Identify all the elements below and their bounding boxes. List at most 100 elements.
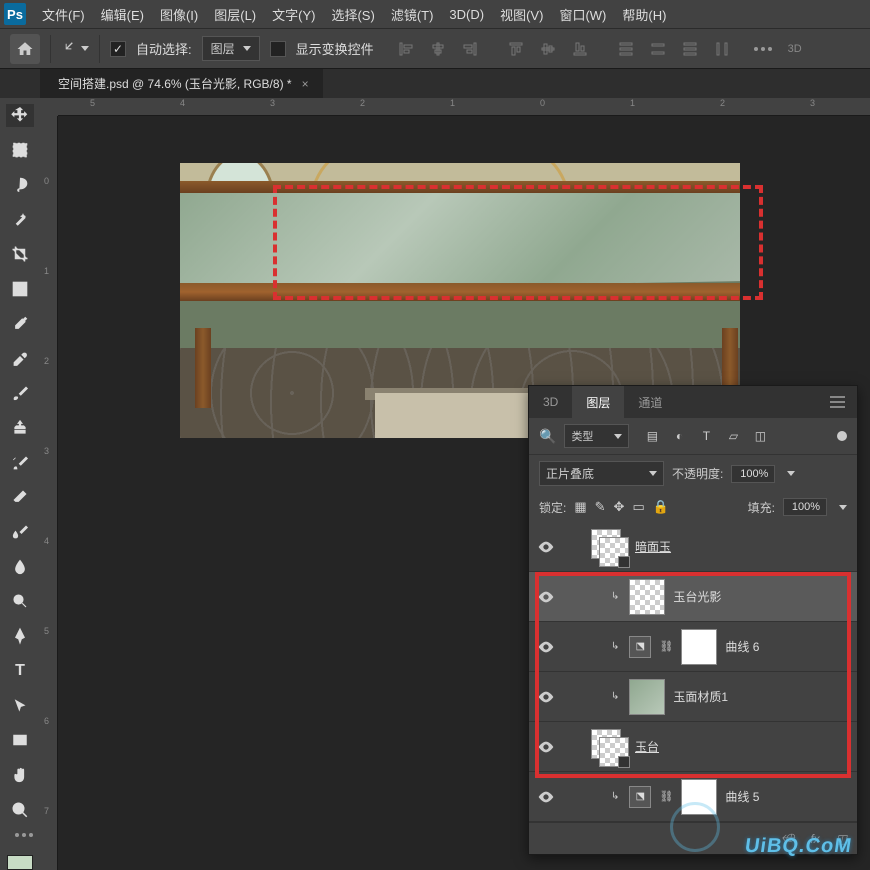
distribute-h-button[interactable] bbox=[708, 35, 736, 63]
visibility-toggle[interactable] bbox=[537, 738, 555, 756]
menu-window[interactable]: 窗口(W) bbox=[551, 5, 614, 24]
show-transform-checkbox[interactable] bbox=[270, 41, 286, 57]
lock-artboard-icon[interactable]: ▭ bbox=[632, 499, 644, 515]
marquee-tool[interactable] bbox=[6, 139, 34, 162]
lock-all-icon[interactable]: 🔒 bbox=[653, 499, 669, 515]
visibility-toggle[interactable] bbox=[537, 588, 555, 606]
document-tab[interactable]: 空间搭建.psd @ 74.6% (玉台光影, RGB/8) * × bbox=[40, 69, 323, 98]
lock-paint-icon[interactable]: ✎ bbox=[595, 499, 606, 515]
auto-select-dropdown[interactable]: 图层 bbox=[202, 36, 260, 61]
visibility-toggle[interactable] bbox=[537, 688, 555, 706]
lock-transparent-icon[interactable]: ▦ bbox=[574, 499, 586, 515]
tab-channels[interactable]: 通道 bbox=[624, 386, 676, 418]
panel-menu-button[interactable] bbox=[830, 396, 845, 408]
menu-file[interactable]: 文件(F) bbox=[34, 5, 93, 24]
tab-3d[interactable]: 3D bbox=[529, 386, 572, 418]
distribute-bottom-button[interactable] bbox=[676, 35, 704, 63]
close-tab-button[interactable]: × bbox=[302, 77, 309, 91]
move-tool[interactable] bbox=[6, 104, 34, 127]
menu-type[interactable]: 文字(Y) bbox=[264, 5, 323, 24]
eraser-tool[interactable] bbox=[6, 486, 34, 509]
rectangle-tool[interactable] bbox=[6, 729, 34, 752]
chevron-down-icon[interactable] bbox=[787, 471, 795, 476]
more-options-button[interactable] bbox=[754, 47, 772, 51]
align-center-h-button[interactable] bbox=[424, 35, 452, 63]
align-bottom-button[interactable] bbox=[566, 35, 594, 63]
menubar: Ps 文件(F) 编辑(E) 图像(I) 图层(L) 文字(Y) 选择(S) 滤… bbox=[0, 0, 870, 28]
hand-tool[interactable] bbox=[6, 764, 34, 787]
filter-smart-icon[interactable]: ◫ bbox=[751, 427, 769, 445]
pen-tool[interactable] bbox=[6, 625, 34, 648]
opacity-input[interactable]: 100% bbox=[731, 465, 775, 483]
clone-stamp-tool[interactable] bbox=[6, 416, 34, 439]
layer-name[interactable]: 玉台光影 bbox=[673, 588, 721, 605]
layer-name[interactable]: 玉面材质1 bbox=[673, 688, 728, 705]
filter-shape-icon[interactable]: ▱ bbox=[724, 427, 742, 445]
auto-select-checkbox[interactable] bbox=[110, 41, 126, 57]
crop-tool[interactable] bbox=[6, 243, 34, 266]
distribute-v-button[interactable] bbox=[644, 35, 672, 63]
brush-tool[interactable] bbox=[6, 382, 34, 405]
toolbox: T bbox=[0, 98, 40, 870]
layer-thumbnail bbox=[591, 729, 627, 765]
filter-pixel-icon[interactable]: ▤ bbox=[643, 427, 661, 445]
eyedropper-tool[interactable] bbox=[6, 312, 34, 335]
visibility-toggle[interactable] bbox=[537, 538, 555, 556]
menu-image[interactable]: 图像(I) bbox=[152, 5, 206, 24]
filter-toggle[interactable] bbox=[837, 431, 847, 441]
layer-row[interactable]: ↳ 玉台光影 bbox=[529, 572, 857, 622]
layer-name[interactable]: 玉台 bbox=[635, 738, 659, 755]
show-transform-label: 显示变换控件 bbox=[296, 39, 374, 58]
menu-help[interactable]: 帮助(H) bbox=[614, 5, 674, 24]
blend-mode-dropdown[interactable]: 正片叠底 bbox=[539, 461, 664, 486]
layer-row[interactable]: 玉台 bbox=[529, 722, 857, 772]
layer-name[interactable]: 曲线 6 bbox=[725, 638, 759, 655]
frame-tool[interactable] bbox=[6, 278, 34, 301]
layer-name[interactable]: 暗面玉 bbox=[635, 538, 671, 555]
layer-row[interactable]: 暗面玉 bbox=[529, 522, 857, 572]
visibility-toggle[interactable] bbox=[537, 788, 555, 806]
path-select-tool[interactable] bbox=[6, 694, 34, 717]
menu-filter[interactable]: 滤镜(T) bbox=[383, 5, 442, 24]
clip-indicator-icon: ↳ bbox=[611, 791, 619, 802]
tab-layers[interactable]: 图层 bbox=[572, 386, 624, 418]
zoom-tool[interactable] bbox=[6, 798, 34, 821]
fill-input[interactable]: 100% bbox=[783, 498, 827, 516]
home-button[interactable] bbox=[10, 34, 40, 64]
color-swatch[interactable] bbox=[7, 855, 33, 870]
tool-more-button[interactable] bbox=[15, 833, 33, 837]
lock-label: 锁定: bbox=[539, 499, 566, 516]
menu-layer[interactable]: 图层(L) bbox=[206, 5, 264, 24]
menu-select[interactable]: 选择(S) bbox=[323, 5, 382, 24]
move-tool-indicator[interactable] bbox=[61, 39, 89, 58]
gradient-tool[interactable] bbox=[6, 521, 34, 544]
magic-wand-tool[interactable] bbox=[6, 208, 34, 231]
layer-row[interactable]: ↳玉面材质1 bbox=[529, 672, 857, 722]
chevron-down-icon[interactable] bbox=[839, 505, 847, 510]
align-right-button[interactable] bbox=[456, 35, 484, 63]
filter-type-dropdown[interactable]: 类型 bbox=[564, 424, 629, 448]
filter-adjust-icon[interactable]: ◐ bbox=[670, 427, 688, 445]
menu-view[interactable]: 视图(V) bbox=[492, 5, 551, 24]
align-top-button[interactable] bbox=[502, 35, 530, 63]
align-left-button[interactable] bbox=[392, 35, 420, 63]
history-brush-tool[interactable] bbox=[6, 451, 34, 474]
layer-name[interactable]: 曲线 5 bbox=[725, 788, 759, 805]
filter-type-icon[interactable]: T bbox=[697, 427, 715, 445]
lock-position-icon[interactable]: ✥ bbox=[614, 499, 625, 515]
menu-3d[interactable]: 3D(D) bbox=[441, 7, 492, 22]
menu-edit[interactable]: 编辑(E) bbox=[93, 5, 152, 24]
align-center-v-button[interactable] bbox=[534, 35, 562, 63]
blur-tool[interactable] bbox=[6, 555, 34, 578]
document-tabbar: 空间搭建.psd @ 74.6% (玉台光影, RGB/8) * × bbox=[0, 68, 870, 98]
divider bbox=[99, 35, 100, 63]
healing-brush-tool[interactable] bbox=[6, 347, 34, 370]
search-icon: 🔍 bbox=[539, 428, 556, 445]
clip-indicator-icon: ↳ bbox=[611, 591, 619, 602]
distribute-top-button[interactable] bbox=[612, 35, 640, 63]
layer-row[interactable]: ↳⬔⛓曲线 6 bbox=[529, 622, 857, 672]
lasso-tool[interactable] bbox=[6, 173, 34, 196]
visibility-toggle[interactable] bbox=[537, 638, 555, 656]
dodge-tool[interactable] bbox=[6, 590, 34, 613]
type-tool[interactable]: T bbox=[6, 660, 34, 683]
